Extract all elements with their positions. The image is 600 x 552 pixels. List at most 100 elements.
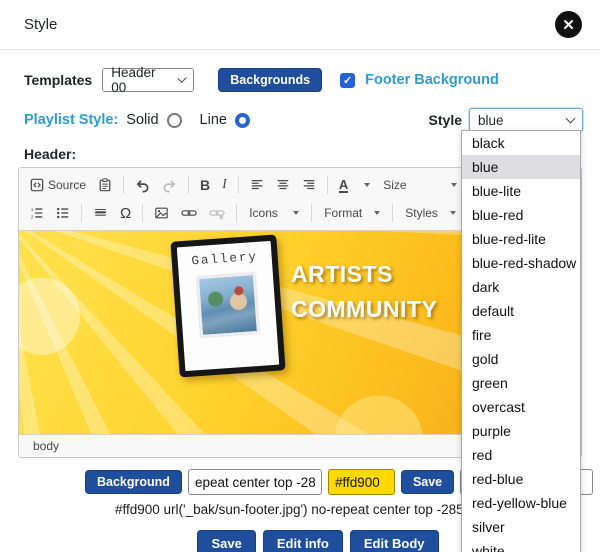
clipboard-icon (98, 178, 112, 192)
templates-button[interactable] (93, 175, 117, 195)
toolbar-separator (327, 176, 328, 194)
italic-button[interactable]: I (217, 174, 232, 196)
style-select-value: blue (478, 113, 504, 128)
align-center-button[interactable] (271, 175, 295, 195)
edit-body-button[interactable]: Edit Body (350, 530, 439, 552)
style-option-blue-red-shadow[interactable]: blue-red-shadow (462, 251, 580, 275)
align-center-icon (276, 178, 290, 192)
format-label: Format (324, 206, 362, 220)
headline-line2: COMMUNITY (291, 292, 437, 327)
toolbar-separator (238, 176, 239, 194)
style-option-blue-lite[interactable]: blue-lite (462, 179, 580, 203)
horizontal-rule-icon (93, 206, 108, 220)
chevron-down-icon (450, 211, 456, 215)
style-option-green[interactable]: green (462, 371, 580, 395)
templates-row: Templates Header 00 Backgrounds ✓ Footer… (24, 68, 576, 92)
dialog-header: Style ✕ (0, 0, 600, 50)
style-option-white[interactable]: white (462, 539, 580, 552)
playlist-style-row: Playlist Style: Solid Line Style blue (24, 108, 576, 132)
bullet-list-button[interactable] (51, 203, 75, 223)
numbered-list-icon: 12 (30, 206, 44, 220)
style-option-silver[interactable]: silver (462, 515, 580, 539)
toolbar-separator (81, 204, 82, 222)
checkmark-icon: ✓ (343, 74, 352, 87)
playlist-style-label: Playlist Style: (24, 112, 118, 128)
styles-dropdown[interactable]: Styles (399, 203, 462, 223)
special-char-button[interactable]: Ω (115, 202, 136, 225)
footer-background-label: Footer Background (365, 72, 499, 88)
svg-text:1: 1 (31, 207, 34, 212)
gallery-frame-image: Gallery (170, 234, 285, 377)
footer-background-checkbox[interactable]: ✓ (340, 73, 355, 88)
templates-select[interactable]: Header 00 (102, 68, 194, 92)
background-button[interactable]: Background (85, 470, 182, 494)
text-color-icon: A (339, 178, 348, 193)
element-path[interactable]: body (33, 439, 59, 453)
style-option-fire[interactable]: fire (462, 323, 580, 347)
toolbar-separator (123, 176, 124, 194)
style-option-dark[interactable]: dark (462, 275, 580, 299)
templates-label: Templates (24, 72, 92, 88)
toolbar-separator (236, 204, 237, 222)
solid-label: Solid (126, 112, 158, 128)
format-dropdown[interactable]: Format (318, 203, 386, 223)
close-button[interactable]: ✕ (555, 11, 582, 38)
style-option-gold[interactable]: gold (462, 347, 580, 371)
style-option-overcast[interactable]: overcast (462, 395, 580, 419)
chevron-down-icon (451, 183, 457, 187)
undo-icon (135, 178, 150, 193)
edit-info-button[interactable]: Edit info (263, 530, 343, 552)
style-option-purple[interactable]: purple (462, 419, 580, 443)
style-option-blue[interactable]: blue (462, 155, 580, 179)
source-button[interactable]: Source (25, 175, 91, 195)
undo-button[interactable] (130, 175, 155, 196)
align-left-button[interactable] (245, 175, 269, 195)
background-color-input[interactable] (328, 469, 395, 495)
style-option-blue-red-lite[interactable]: blue-red-lite (462, 227, 580, 251)
size-label: Size (383, 178, 406, 192)
style-option-red-yellow-blue[interactable]: red-yellow-blue (462, 491, 580, 515)
numbered-list-button[interactable]: 12 (25, 203, 49, 223)
style-label: Style (429, 112, 462, 128)
svg-text:2: 2 (31, 214, 34, 219)
unlink-button[interactable] (204, 203, 230, 223)
source-label: Source (48, 178, 86, 192)
style-option-red[interactable]: red (462, 443, 580, 467)
style-option-blue-red[interactable]: blue-red (462, 203, 580, 227)
chevron-down-icon (566, 114, 576, 124)
headline-line1: ARTISTS (291, 257, 437, 292)
style-option-default[interactable]: default (462, 299, 580, 323)
link-button[interactable] (176, 203, 202, 223)
style-option-red-blue[interactable]: red-blue (462, 467, 580, 491)
horizontal-rule-button[interactable] (88, 203, 113, 223)
style-option-black[interactable]: black (462, 131, 580, 155)
size-dropdown[interactable]: Size (377, 175, 463, 195)
chevron-down-icon (177, 74, 187, 84)
background-position-input[interactable] (188, 469, 322, 495)
style-dialog: Style ✕ Templates Header 00 Backgrounds … (0, 0, 600, 552)
image-button[interactable] (149, 203, 174, 223)
icons-dropdown[interactable]: Icons (243, 203, 305, 223)
backgrounds-button[interactable]: Backgrounds (218, 68, 322, 92)
close-icon: ✕ (562, 16, 575, 34)
toolbar-separator (311, 204, 312, 222)
save-button[interactable]: Save (197, 530, 255, 552)
align-right-button[interactable] (297, 175, 321, 195)
style-select[interactable]: blue (469, 108, 583, 132)
dialog-title: Style (24, 16, 57, 33)
solid-radio[interactable] (167, 113, 182, 128)
toolbar-separator (142, 204, 143, 222)
chevron-down-icon (364, 183, 370, 187)
link-icon (181, 206, 197, 220)
unlink-icon (209, 206, 225, 220)
templates-select-value: Header 00 (111, 65, 169, 95)
text-color-button[interactable]: A (334, 175, 375, 196)
save-background-button[interactable]: Save (401, 470, 454, 494)
line-radio[interactable] (235, 113, 250, 128)
bold-button[interactable]: B (195, 174, 215, 196)
line-label: Line (200, 112, 227, 128)
redo-button[interactable] (157, 175, 182, 196)
style-dropdown-list: black blue blue-lite blue-red blue-red-l… (461, 130, 581, 552)
source-icon (30, 178, 44, 192)
header-headline: ARTISTS COMMUNITY (291, 257, 437, 327)
